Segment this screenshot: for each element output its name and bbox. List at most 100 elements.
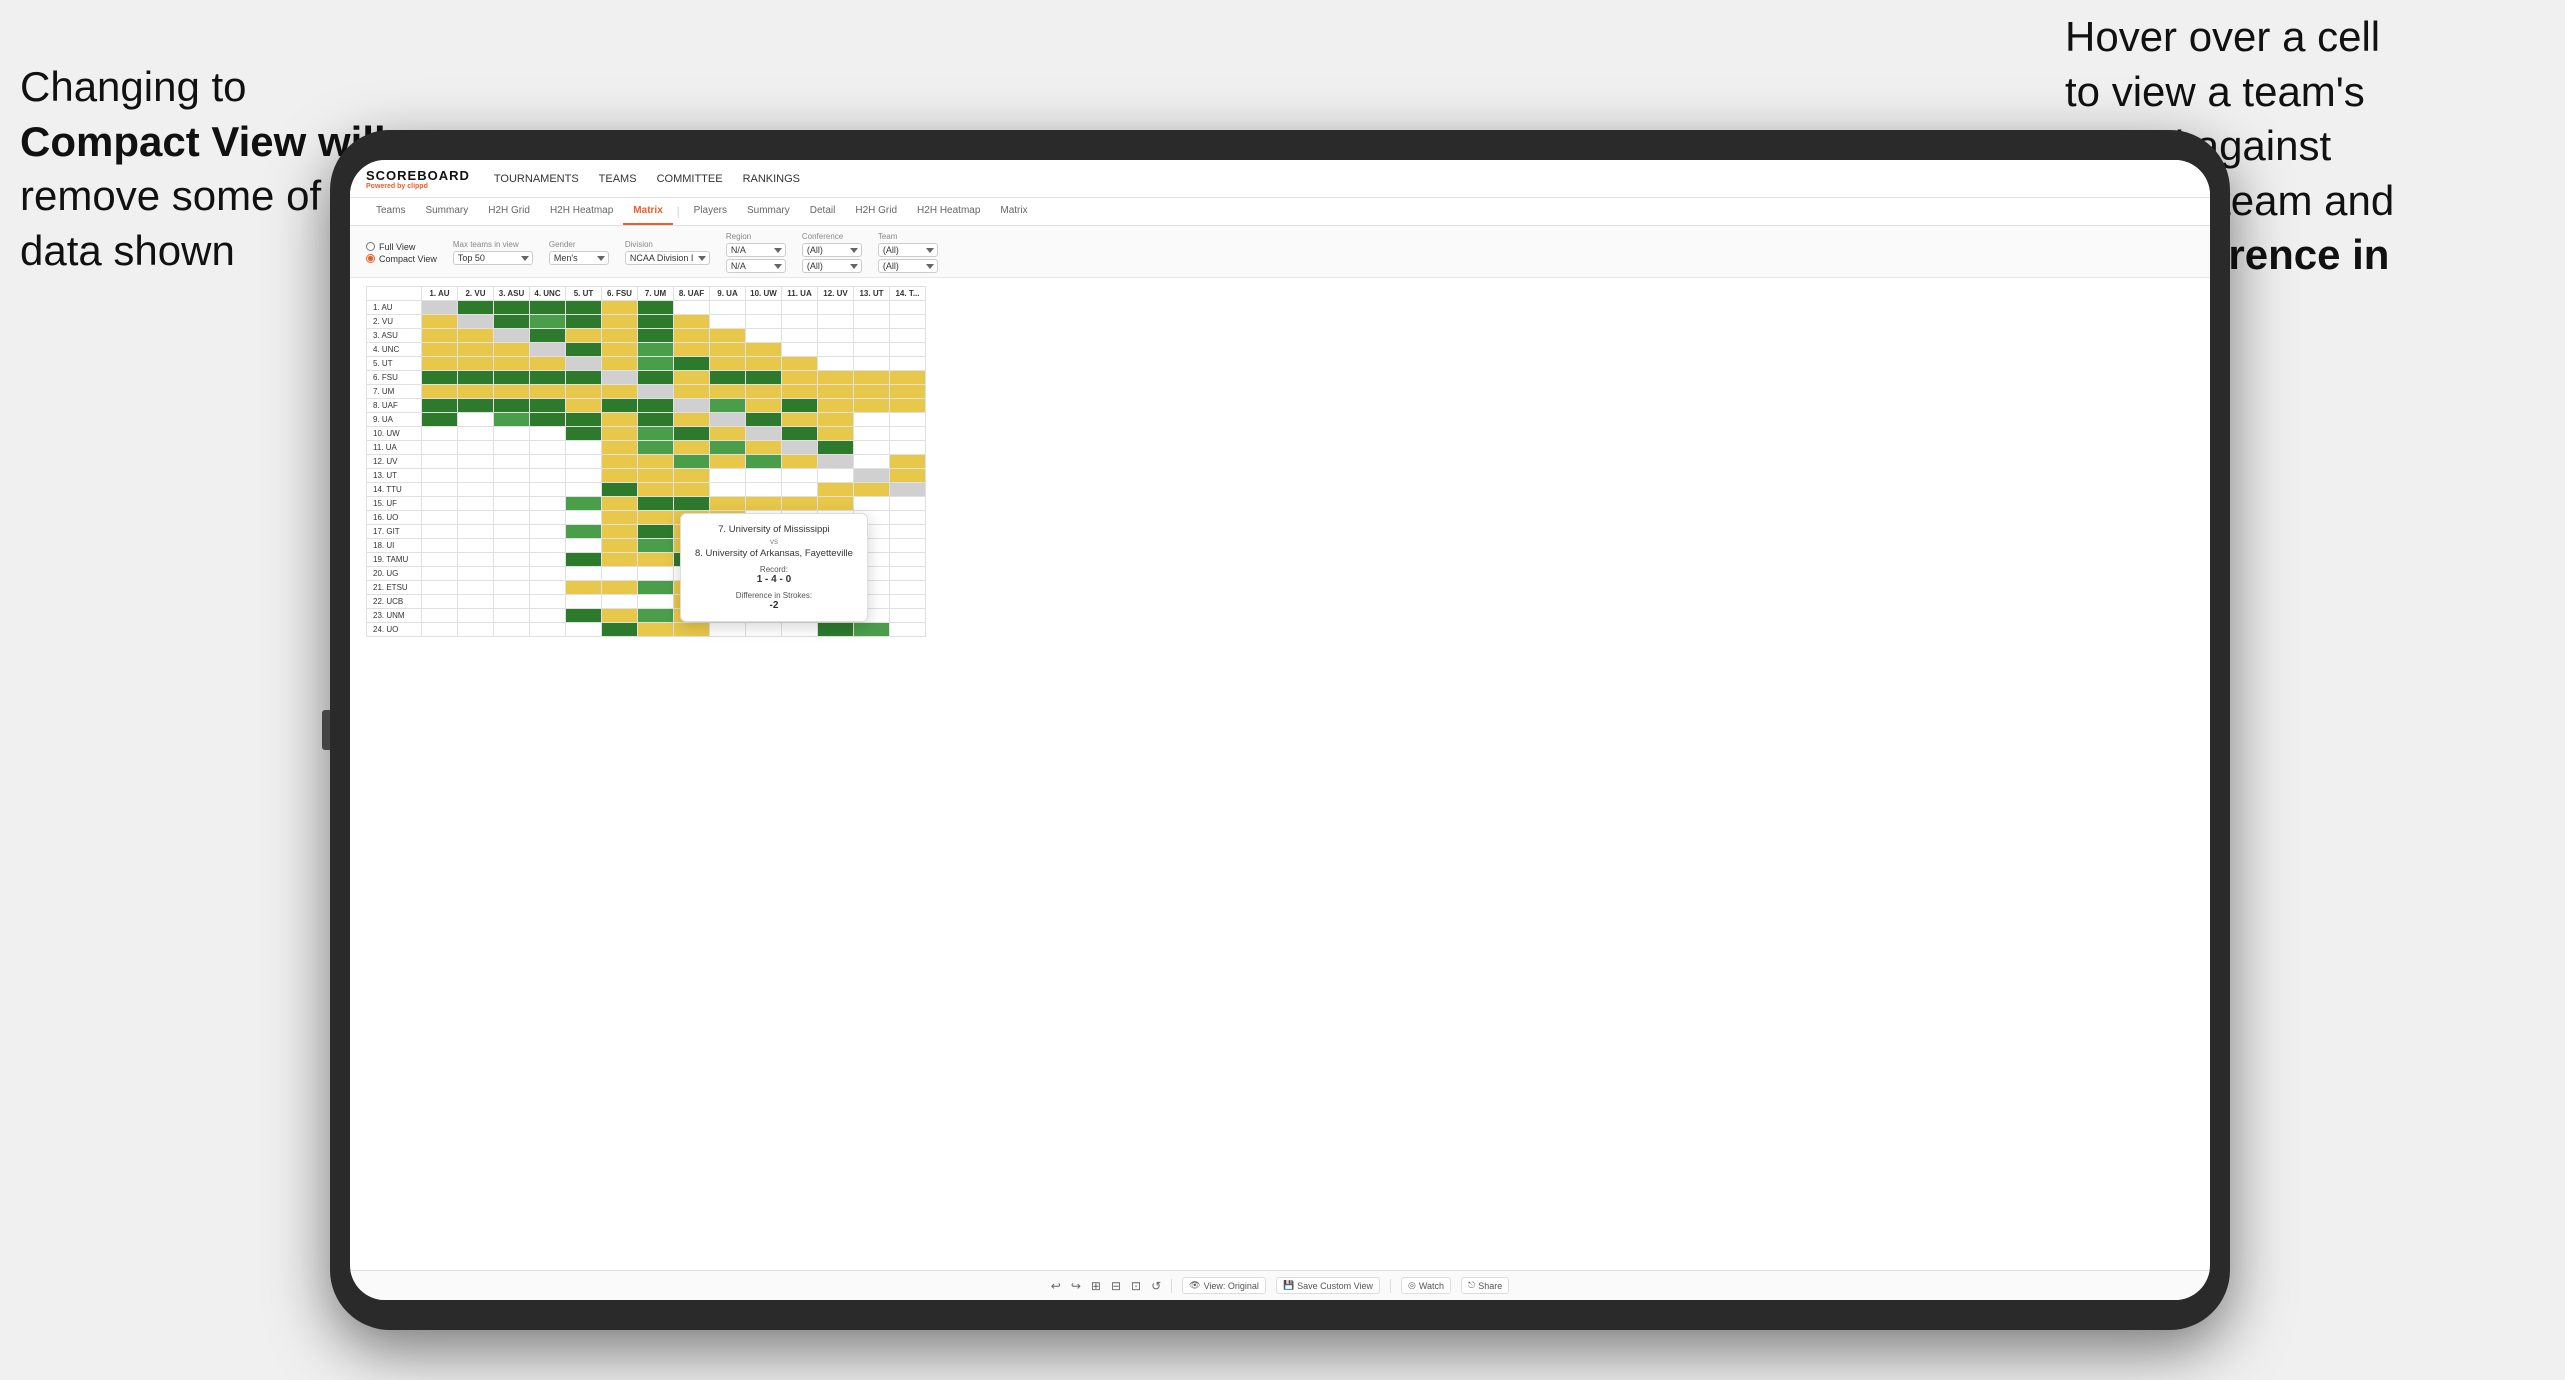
matrix-cell[interactable]: [674, 399, 710, 413]
matrix-cell[interactable]: [638, 497, 674, 511]
matrix-cell[interactable]: [818, 399, 854, 413]
share-btn[interactable]: ⎋ Share: [1461, 1277, 1509, 1294]
matrix-cell[interactable]: [818, 483, 854, 497]
matrix-cell[interactable]: [746, 623, 782, 637]
matrix-cell[interactable]: [746, 371, 782, 385]
matrix-cell[interactable]: [458, 413, 494, 427]
matrix-cell[interactable]: [782, 371, 818, 385]
matrix-cell[interactable]: [566, 385, 602, 399]
matrix-cell[interactable]: [818, 497, 854, 511]
matrix-cell[interactable]: [782, 623, 818, 637]
matrix-cell[interactable]: [818, 301, 854, 315]
matrix-cell[interactable]: [422, 511, 458, 525]
matrix-cell[interactable]: [602, 413, 638, 427]
matrix-content[interactable]: 7. University of Mississippi vs 8. Unive…: [350, 278, 2210, 1270]
matrix-cell[interactable]: [638, 623, 674, 637]
matrix-cell[interactable]: [530, 469, 566, 483]
matrix-cell[interactable]: [458, 399, 494, 413]
matrix-cell[interactable]: [494, 385, 530, 399]
matrix-cell[interactable]: [638, 581, 674, 595]
matrix-cell[interactable]: [746, 343, 782, 357]
matrix-cell[interactable]: [854, 385, 890, 399]
matrix-cell[interactable]: [530, 357, 566, 371]
matrix-cell[interactable]: [674, 371, 710, 385]
matrix-cell[interactable]: [854, 483, 890, 497]
matrix-cell[interactable]: [530, 441, 566, 455]
matrix-cell[interactable]: [530, 511, 566, 525]
matrix-cell[interactable]: [638, 399, 674, 413]
matrix-cell[interactable]: [422, 539, 458, 553]
matrix-cell[interactable]: [602, 427, 638, 441]
matrix-cell[interactable]: [530, 413, 566, 427]
matrix-cell[interactable]: [566, 357, 602, 371]
matrix-cell[interactable]: [638, 329, 674, 343]
matrix-cell[interactable]: [674, 357, 710, 371]
matrix-cell[interactable]: [782, 343, 818, 357]
matrix-cell[interactable]: [746, 315, 782, 329]
tool4-icon[interactable]: ↺: [1151, 1279, 1161, 1293]
full-view-radio[interactable]: [366, 242, 375, 251]
sub-tab-matrix1[interactable]: Matrix: [623, 198, 672, 225]
matrix-cell[interactable]: [674, 427, 710, 441]
matrix-cell[interactable]: [422, 371, 458, 385]
matrix-cell[interactable]: [638, 343, 674, 357]
matrix-cell[interactable]: [494, 357, 530, 371]
matrix-cell[interactable]: [746, 385, 782, 399]
matrix-cell[interactable]: [458, 497, 494, 511]
tool2-icon[interactable]: ⊟: [1111, 1279, 1121, 1293]
gender-select[interactable]: Men's: [549, 251, 609, 265]
matrix-cell[interactable]: [458, 469, 494, 483]
matrix-cell[interactable]: [746, 399, 782, 413]
matrix-cell[interactable]: [566, 301, 602, 315]
matrix-cell[interactable]: [890, 539, 926, 553]
matrix-cell[interactable]: [638, 441, 674, 455]
matrix-cell[interactable]: [890, 483, 926, 497]
matrix-cell[interactable]: [818, 315, 854, 329]
matrix-cell[interactable]: [602, 609, 638, 623]
matrix-cell[interactable]: [710, 623, 746, 637]
matrix-cell[interactable]: [530, 455, 566, 469]
matrix-cell[interactable]: [566, 371, 602, 385]
matrix-cell[interactable]: [458, 595, 494, 609]
matrix-cell[interactable]: [422, 455, 458, 469]
matrix-cell[interactable]: [458, 343, 494, 357]
matrix-cell[interactable]: [746, 469, 782, 483]
matrix-cell[interactable]: [818, 413, 854, 427]
matrix-cell[interactable]: [638, 567, 674, 581]
matrix-cell[interactable]: [602, 595, 638, 609]
nav-rankings[interactable]: RANKINGS: [743, 171, 800, 187]
matrix-cell[interactable]: [818, 623, 854, 637]
matrix-cell[interactable]: [818, 385, 854, 399]
view-original-btn[interactable]: 👁 View: Original: [1182, 1277, 1266, 1294]
matrix-cell[interactable]: [818, 441, 854, 455]
matrix-cell[interactable]: [854, 371, 890, 385]
matrix-cell[interactable]: [638, 511, 674, 525]
matrix-cell[interactable]: [566, 427, 602, 441]
matrix-cell[interactable]: [530, 483, 566, 497]
matrix-cell[interactable]: [818, 371, 854, 385]
matrix-cell[interactable]: [854, 427, 890, 441]
matrix-cell[interactable]: [422, 567, 458, 581]
matrix-cell[interactable]: [674, 469, 710, 483]
matrix-cell[interactable]: [494, 511, 530, 525]
matrix-cell[interactable]: [638, 609, 674, 623]
matrix-cell[interactable]: [746, 427, 782, 441]
matrix-cell[interactable]: [818, 357, 854, 371]
matrix-cell[interactable]: [638, 595, 674, 609]
matrix-cell[interactable]: [710, 441, 746, 455]
division-select[interactable]: NCAA Division I: [625, 251, 710, 265]
matrix-cell[interactable]: [854, 413, 890, 427]
matrix-cell[interactable]: [890, 497, 926, 511]
matrix-cell[interactable]: [458, 357, 494, 371]
conference-select-1[interactable]: (All): [802, 243, 862, 257]
matrix-cell[interactable]: [494, 567, 530, 581]
matrix-cell[interactable]: [530, 553, 566, 567]
matrix-cell[interactable]: [890, 399, 926, 413]
matrix-cell[interactable]: [782, 399, 818, 413]
matrix-cell[interactable]: [674, 497, 710, 511]
matrix-cell[interactable]: [746, 455, 782, 469]
matrix-cell[interactable]: [530, 301, 566, 315]
matrix-cell[interactable]: [602, 441, 638, 455]
matrix-cell[interactable]: [710, 315, 746, 329]
matrix-cell[interactable]: [530, 497, 566, 511]
